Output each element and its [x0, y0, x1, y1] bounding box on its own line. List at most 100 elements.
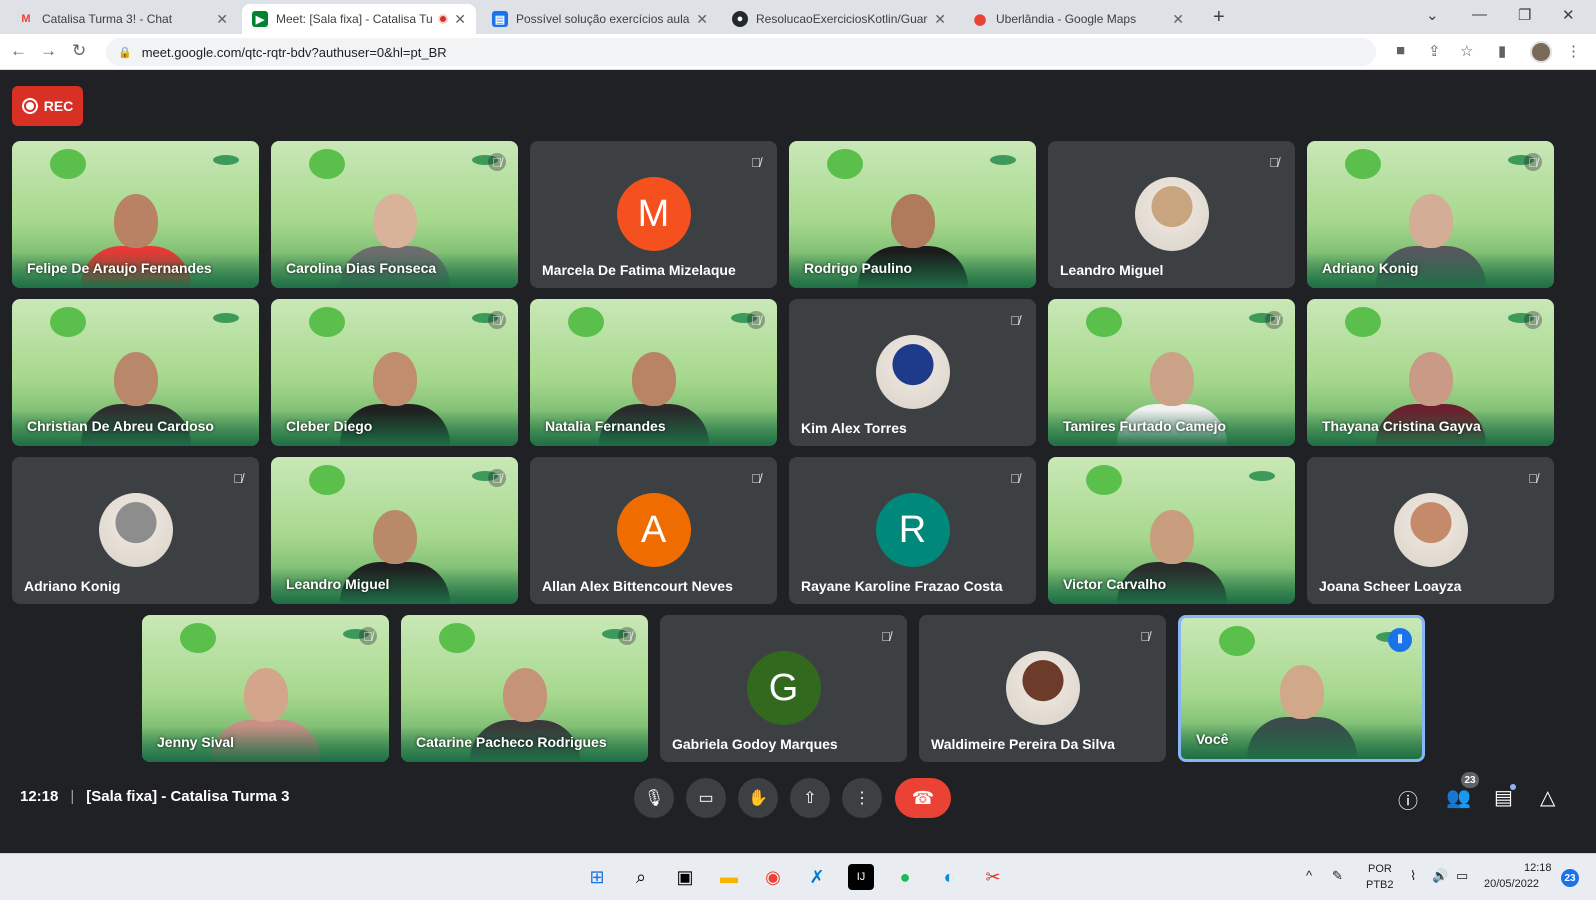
tray-overflow-icon[interactable]: ^ — [1306, 868, 1312, 883]
camera-button[interactable]: ▭ — [686, 778, 726, 818]
edge-icon[interactable]: ◐ — [936, 864, 962, 890]
background-fish-shape — [50, 307, 86, 337]
participant-tile[interactable]: 🎙̸ Tamires Furtado Camejo — [1048, 299, 1295, 446]
notification-center-badge[interactable]: 23 — [1561, 869, 1579, 887]
mic-muted-icon: 🎙̸ — [1265, 311, 1283, 329]
participant-tile[interactable]: 🎙̸ Natalia Fernandes — [530, 299, 777, 446]
new-tab-button[interactable]: + — [1213, 6, 1225, 29]
close-tab-icon[interactable]: ✕ — [696, 11, 708, 28]
file-explorer-icon[interactable]: ▬ — [716, 864, 742, 890]
participant-tile[interactable]: 🎙̸ Joana Scheer Loayza — [1307, 457, 1554, 604]
close-window-button[interactable]: ✕ — [1562, 6, 1575, 24]
recording-badge[interactable]: REC — [12, 86, 83, 126]
vscode-icon[interactable]: ✗ — [804, 864, 830, 890]
participant-tile[interactable]: 🎙̸ Carolina Dias Fonseca — [271, 141, 518, 288]
profile-photo-avatar — [1134, 177, 1209, 251]
more-options-button[interactable]: ⋮ — [842, 778, 882, 818]
present-screen-button[interactable]: ⇧ — [790, 778, 830, 818]
chrome-menu-icon[interactable]: ⋮ — [1566, 42, 1581, 60]
battery-icon[interactable]: ▭ — [1456, 868, 1468, 884]
close-tab-icon[interactable]: ✕ — [216, 11, 228, 28]
bookmark-star-icon[interactable]: ☆ — [1460, 42, 1473, 60]
participant-tile[interactable]: 🎙̸ Catarine Pacheco Rodrigues — [401, 615, 648, 762]
mic-muted-icon: 🎙̸ — [881, 628, 891, 644]
participant-tile[interactable]: G 🎙̸ Gabriela Godoy Marques — [660, 615, 907, 762]
participant-name: Adriano Konig — [24, 578, 121, 594]
back-button[interactable]: ← — [10, 41, 27, 61]
tab-maps[interactable]: ⬤ Uberlândia - Google Maps ✕ — [962, 4, 1194, 34]
close-tab-icon[interactable]: ✕ — [454, 11, 466, 28]
tab-meet[interactable]: ▶ Meet: [Sala fixa] - Catalisa Tu ✕ — [242, 4, 476, 34]
clock-time[interactable]: 12:18 — [1524, 862, 1552, 874]
activities-icon[interactable]: △ — [1540, 785, 1555, 810]
share-icon[interactable]: ⇪ — [1428, 42, 1441, 60]
volume-icon[interactable]: 🔊 — [1432, 868, 1448, 884]
input-language[interactable]: POR — [1368, 863, 1392, 875]
close-tab-icon[interactable]: ✕ — [934, 11, 946, 28]
participant-head-shape — [1408, 352, 1453, 406]
chat-notification-dot — [1510, 784, 1516, 790]
participant-name: Jenny Sival — [157, 734, 235, 750]
wifi-icon[interactable]: ⌇ — [1410, 868, 1416, 884]
profile-avatar[interactable] — [1530, 41, 1552, 63]
participant-tile[interactable]: M 🎙̸ Marcela De Fatima Mizelaque — [530, 141, 777, 288]
participant-tile[interactable]: 🎙̸ Leandro Miguel — [1048, 141, 1295, 288]
spotify-icon[interactable]: ● — [892, 864, 918, 890]
search-icon[interactable]: ⌕ — [628, 864, 654, 890]
tab-chat[interactable]: M Catalisa Turma 3! - Chat ✕ — [8, 4, 238, 34]
keyboard-layout[interactable]: PTB2 — [1366, 879, 1394, 891]
maximize-button[interactable]: ❐ — [1518, 6, 1531, 24]
participant-tile[interactable]: 🎙̸ Leandro Miguel — [271, 457, 518, 604]
participant-tile[interactable]: 🎙̸ Jenny Sival — [142, 615, 389, 762]
participant-tile[interactable]: 🎙̸ Kim Alex Torres — [789, 299, 1036, 446]
url-field[interactable]: 🔒 meet.google.com/qtc-rqtr-bdv?authuser=… — [106, 38, 1376, 66]
task-view-icon[interactable]: ▣ — [672, 864, 698, 890]
minimize-button[interactable]: — — [1472, 6, 1487, 23]
participant-tile[interactable]: 🎙̸ Thayana Cristina Gayva — [1307, 299, 1554, 446]
snipping-tool-icon[interactable]: ✂ — [980, 864, 1006, 890]
intellij-icon[interactable]: IJ — [848, 864, 874, 890]
participant-tile[interactable]: Christian De Abreu Cardoso — [12, 299, 259, 446]
mic-muted-icon: 🎙̸ — [747, 311, 765, 329]
raise-hand-button[interactable]: ✋ — [738, 778, 778, 818]
info-icon[interactable]: ⓘ — [1398, 785, 1418, 814]
mic-muted-icon: 🎙̸ — [488, 469, 506, 487]
start-icon[interactable]: ⊞ — [584, 864, 610, 890]
participant-tile[interactable]: 🎙̸ Waldimeire Pereira Da Silva — [919, 615, 1166, 762]
close-tab-icon[interactable]: ✕ — [1172, 11, 1184, 28]
forward-button[interactable]: → — [40, 41, 57, 61]
participant-tile[interactable]: Felipe De Araujo Fernandes — [12, 141, 259, 288]
camera-in-use-icon[interactable]: ■ — [1396, 42, 1405, 59]
participant-tile[interactable]: 🎙̸ Adriano Konig — [1307, 141, 1554, 288]
participant-tile[interactable]: Rodrigo Paulino — [789, 141, 1036, 288]
mic-muted-icon: 🎙̸ — [488, 153, 506, 171]
participant-name: Kim Alex Torres — [801, 420, 907, 436]
side-panel-icon[interactable]: ▮ — [1498, 42, 1506, 60]
background-fish-shape — [309, 149, 345, 179]
tab-search-icon[interactable]: ⌄ — [1426, 6, 1439, 24]
reload-button[interactable]: ↻ — [72, 41, 86, 61]
profile-photo-avatar — [875, 335, 950, 409]
pen-ink-icon[interactable]: ✎ — [1332, 868, 1343, 884]
chrome-icon[interactable]: ◉ — [760, 864, 786, 890]
participant-tile[interactable]: A 🎙̸ Allan Alex Bittencourt Neves — [530, 457, 777, 604]
participant-tile[interactable]: 🎙̸ Adriano Konig — [12, 457, 259, 604]
tab-github[interactable]: ● ResolucaoExerciciosKotlin/Guard ✕ — [722, 4, 956, 34]
participant-tile[interactable]: 🎙̸ Cleber Diego — [271, 299, 518, 446]
participant-tile[interactable]: R 🎙̸ Rayane Karoline Frazao Costa — [789, 457, 1036, 604]
people-icon[interactable]: 👥 — [1446, 785, 1471, 810]
background-fish-shape — [309, 465, 345, 495]
clock-date[interactable]: 20/05/2022 — [1484, 878, 1539, 890]
participant-name: Cleber Diego — [286, 418, 373, 434]
mic-muted-icon: 🎙̸ — [1524, 311, 1542, 329]
participant-tile[interactable]: Victor Carvalho — [1048, 457, 1295, 604]
participant-tile[interactable]: ⦀ Você — [1178, 615, 1425, 762]
leave-call-button[interactable]: ☎ — [895, 778, 951, 818]
background-fish-shape — [1086, 465, 1122, 495]
microphone-button[interactable]: 🎙 — [634, 778, 674, 818]
divider: | — [70, 788, 75, 805]
initial-avatar: R — [875, 493, 950, 567]
tab-classroom[interactable]: ▤ Possível solução exercícios aula 2 ✕ — [482, 4, 718, 34]
mic-muted-icon: 🎙̸ — [359, 627, 377, 645]
hang-up-icon: ☎ — [911, 787, 935, 808]
